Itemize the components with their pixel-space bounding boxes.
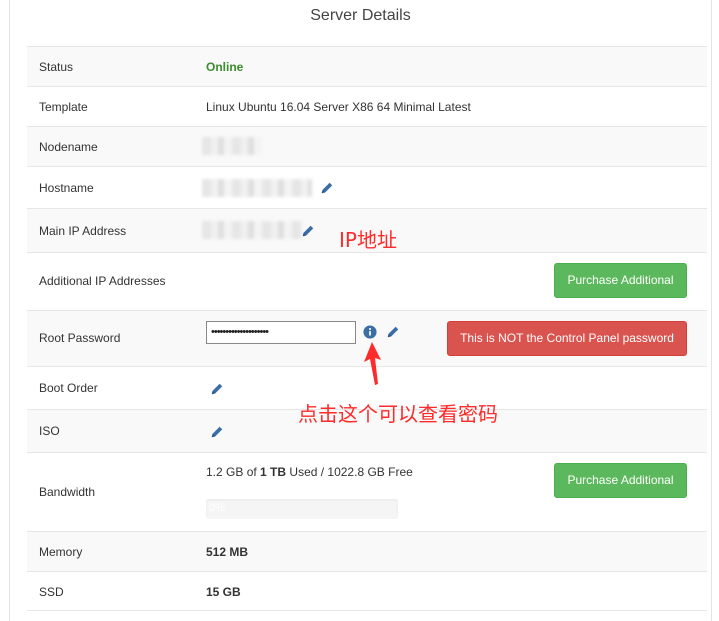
bandwidth-of: of xyxy=(243,465,261,479)
purchase-additional-ip-button[interactable]: Purchase Additional xyxy=(554,263,687,298)
hostname-redacted xyxy=(202,179,312,197)
pencil-icon[interactable] xyxy=(301,224,315,238)
pencil-icon[interactable] xyxy=(320,181,334,195)
hostname-label: Hostname xyxy=(39,181,94,195)
ssd-value: 15 GB xyxy=(206,585,241,599)
info-circle-icon[interactable] xyxy=(363,325,377,339)
pencil-icon[interactable] xyxy=(386,325,400,339)
red-arrow xyxy=(364,342,381,385)
purchase-additional-bandwidth-button[interactable]: Purchase Additional xyxy=(554,463,687,498)
bandwidth-percent: 0% xyxy=(209,502,225,514)
page-title: Server Details xyxy=(310,7,411,24)
iso-label: ISO xyxy=(39,424,60,438)
row-bandwidth: Bandwidth 1.2 GB of 1 TB Used / 1022.8 G… xyxy=(27,452,707,531)
nodename-redacted xyxy=(202,137,262,155)
pencil-icon[interactable] xyxy=(210,425,224,439)
template-label: Template xyxy=(39,100,88,114)
bandwidth-usage: 1.2 GB of 1 TB Used / 1022.8 GB Free xyxy=(206,465,413,479)
row-status: Status Online xyxy=(27,46,707,86)
root-password-field[interactable]: •••••••••••••••••••• xyxy=(206,321,356,344)
additional-ip-label: Additional IP Addresses xyxy=(39,274,166,288)
bandwidth-rest: Used / 1022.8 GB Free xyxy=(286,465,413,479)
status-value: Online xyxy=(206,60,244,74)
nodename-label: Nodename xyxy=(39,140,98,154)
main-ip-redacted xyxy=(202,221,302,239)
view-password-annotation: 点击这个可以查看密码 xyxy=(298,402,498,426)
bandwidth-progress-bar: 0% xyxy=(206,499,398,519)
server-details-panel: Server Details Status Online Template Li… xyxy=(9,0,712,621)
row-nodename: Nodename xyxy=(27,126,707,166)
main-ip-label: Main IP Address xyxy=(39,224,127,238)
root-password-label: Root Password xyxy=(39,331,121,345)
bandwidth-used: 1.2 GB xyxy=(206,465,244,479)
ssd-label: SSD xyxy=(39,585,64,599)
row-template: Template Linux Ubuntu 16.04 Server X86 6… xyxy=(27,86,707,126)
bandwidth-total: 1 TB xyxy=(260,465,287,479)
row-ssd: SSD 15 GB xyxy=(27,571,707,611)
status-label: Status xyxy=(39,60,74,74)
row-additional-ip: Additional IP Addresses Purchase Additio… xyxy=(27,252,707,310)
template-value: Linux Ubuntu 16.04 Server X86 64 Minimal… xyxy=(206,100,471,114)
boot-order-label: Boot Order xyxy=(39,381,98,395)
bandwidth-label: Bandwidth xyxy=(39,485,96,499)
pencil-icon[interactable] xyxy=(210,382,224,396)
row-memory: Memory 512 MB xyxy=(27,531,707,571)
ip-address-annotation: IP地址 xyxy=(339,228,397,252)
memory-value: 512 MB xyxy=(206,545,249,559)
row-hostname: Hostname xyxy=(27,166,707,208)
memory-label: Memory xyxy=(39,545,83,559)
not-control-panel-password-badge: This is NOT the Control Panel password xyxy=(447,321,687,356)
